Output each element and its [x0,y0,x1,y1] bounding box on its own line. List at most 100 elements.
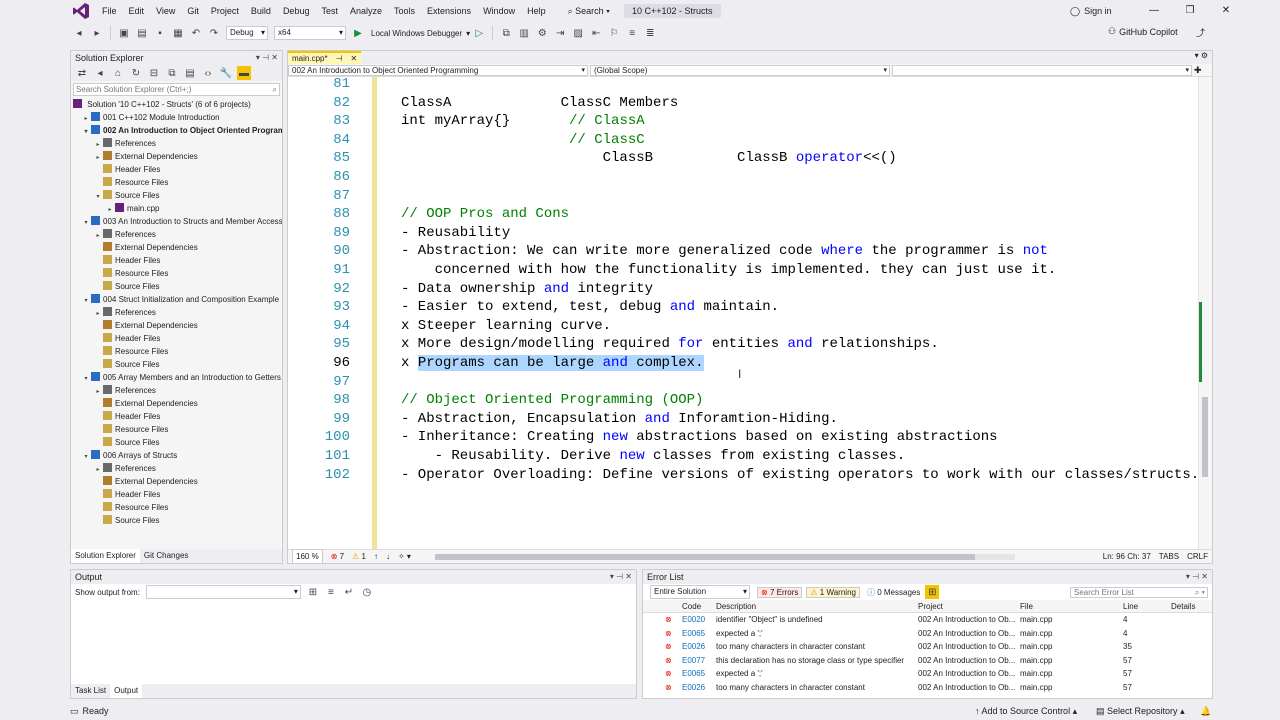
code-text-area[interactable]: 81 82 ClassA ClassC Members 83 int myArray{}… [288,77,1198,549]
tree-item[interactable]: ▸ main.cpp [71,202,282,215]
panel-controls-icon[interactable]: ▾ ⊣ ✕ [1186,570,1208,584]
clock-icon[interactable]: ◷ [360,585,374,599]
expand-arrow-icon[interactable]: ▾ [81,217,91,228]
sync-icon[interactable]: ⇄ [75,66,89,80]
nav-down-icon[interactable]: ↓ [386,550,390,563]
col-line[interactable]: Line [1120,600,1168,612]
col-file[interactable]: File [1017,600,1120,612]
menu-debug[interactable]: Debug [277,0,316,22]
tree-item[interactable]: ▸ References [71,306,282,319]
indent-icon[interactable]: ⇤ [589,26,603,40]
error-code[interactable]: E0065 [679,627,713,641]
menu-build[interactable]: Build [245,0,277,22]
col-details[interactable]: Details [1168,600,1204,612]
tree-item[interactable]: Header Files [71,254,282,267]
error-code[interactable]: E0026 [679,640,713,654]
restore-icon[interactable]: ❐ [1172,0,1208,22]
col-description[interactable]: Description [713,600,915,612]
zoom-select[interactable]: 160 % [292,549,323,564]
layout-icon[interactable]: ▥ [517,26,531,40]
chevron-down-icon[interactable]: ▾ [466,29,470,38]
expand-arrow-icon[interactable]: ▸ [93,386,103,397]
minimize-icon[interactable]: — [1136,0,1172,22]
properties-icon[interactable]: 🔧 [219,66,233,80]
github-copilot-button[interactable]: ⚇ GitHub Copilot [1108,26,1178,37]
tree-item[interactable]: Source Files [71,514,282,527]
tree-item[interactable]: ▸ References [71,462,282,475]
start-debug-icon[interactable]: ▶ [351,26,365,40]
panel-controls-icon[interactable]: ▾ ⊣ ✕ [256,51,278,65]
copy-icon[interactable]: ⧉ [165,66,179,80]
split-icon[interactable]: ✚ [1194,65,1202,76]
select-repository-button[interactable]: ▤ Select Repository ▴ [1096,703,1185,720]
tree-item[interactable]: Source Files [71,280,282,293]
tree-item[interactable]: Resource Files [71,345,282,358]
history-icon[interactable]: ↻ [129,66,143,80]
back-icon[interactable]: ◂ [72,26,86,40]
preview-icon[interactable]: ▬ [237,66,251,80]
tree-item[interactable]: ▾ 002 An Introduction to Object Oriented … [71,124,282,137]
share-icon[interactable]: ⤴ [1196,26,1205,39]
menu-edit[interactable]: Edit [123,0,151,22]
scope-navigation-select[interactable]: (Global Scope) [590,64,890,76]
menu-window[interactable]: Window [477,0,521,22]
expand-arrow-icon[interactable]: ▸ [105,204,115,215]
indent-mode[interactable]: TABS [1159,550,1179,563]
expand-arrow-icon[interactable]: ▾ [81,295,91,306]
menu-help[interactable]: Help [521,0,552,22]
error-code[interactable]: E0077 [679,654,713,668]
save-icon[interactable]: ▪ [153,26,167,40]
solution-node[interactable]: Solution '10 C++102 - Structs' (6 of 6 p… [71,98,282,111]
expand-arrow-icon[interactable]: ▾ [93,191,103,202]
project-navigation-select[interactable]: 002 An Introduction to Object Oriented P… [288,64,588,76]
sign-in-link[interactable]: ◯ Sign in [1070,0,1112,22]
menu-extensions[interactable]: Extensions [421,0,477,22]
menu-view[interactable]: View [150,0,181,22]
uncomment-icon[interactable]: ≣ [643,26,657,40]
forward-icon[interactable]: ▸ [90,26,104,40]
tab-solution-explorer[interactable]: Solution Explorer [71,549,140,563]
configuration-select[interactable]: Debug [226,26,268,40]
warning-count[interactable]: ⚠ 1 [352,550,366,563]
error-count[interactable]: ⊗ 7 [331,550,344,563]
tab-overflow-icon[interactable]: ▾ ⚙ [1195,51,1208,60]
horizontal-scrollbar[interactable] [434,553,1015,560]
word-wrap-icon[interactable]: ↵ [342,585,356,599]
error-row[interactable]: ⊗ E0026 too many characters in character c… [643,681,1212,695]
error-search-input[interactable]: Search Error List ⌕ ▾ [1070,586,1208,598]
expand-arrow-icon[interactable]: ▾ [81,126,91,137]
expand-arrow-icon[interactable]: ▾ [81,451,91,462]
tab-task-list[interactable]: Task List [71,684,110,698]
undo-icon[interactable]: ↶ [189,26,203,40]
tree-item[interactable]: ▾ 005 Array Members and an Introduction t… [71,371,282,384]
tree-item[interactable]: ▾ 006 Arrays of Structs [71,449,282,462]
warnings-filter-button[interactable]: ⚠ 1 Warning [806,586,860,598]
new-project-icon[interactable]: ▣ [117,26,131,40]
error-code[interactable]: E0020 [679,613,713,627]
tree-item[interactable]: External Dependencies [71,319,282,332]
platform-select[interactable]: x64 [274,26,346,40]
expand-arrow-icon[interactable]: ▸ [93,308,103,319]
tree-item[interactable]: ▸ References [71,137,282,150]
error-code[interactable]: E0026 [679,681,713,695]
bookmark-icon[interactable]: ⚐ [607,26,621,40]
close-icon[interactable]: ✕ [351,52,358,65]
document-tab-main-cpp[interactable]: main.cpp* ⊣ ✕ [288,51,362,65]
tree-item[interactable]: Resource Files [71,176,282,189]
tree-item[interactable]: ▾ 003 An Introduction to Structs and Memb… [71,215,282,228]
tree-item[interactable]: Resource Files [71,267,282,280]
back-icon[interactable]: ◂ [93,66,107,80]
error-scope-select[interactable]: Entire Solution [650,585,750,599]
tree-item[interactable]: Header Files [71,410,282,423]
tree-item[interactable]: External Dependencies [71,241,282,254]
tree-item[interactable]: Resource Files [71,423,282,436]
menu-file[interactable]: File [96,0,123,22]
scrollbar-thumb[interactable] [1202,397,1208,477]
tree-item[interactable]: ▸ References [71,384,282,397]
tree-item[interactable]: Header Files [71,332,282,345]
tool-icon[interactable]: ⚙ [535,26,549,40]
error-row[interactable]: ⊗ E0077 this declaration has no storage cl… [643,654,1212,668]
tree-item[interactable]: Header Files [71,163,282,176]
home-icon[interactable]: ⌂ [111,66,125,80]
step-icon[interactable]: ⇥ [553,26,567,40]
